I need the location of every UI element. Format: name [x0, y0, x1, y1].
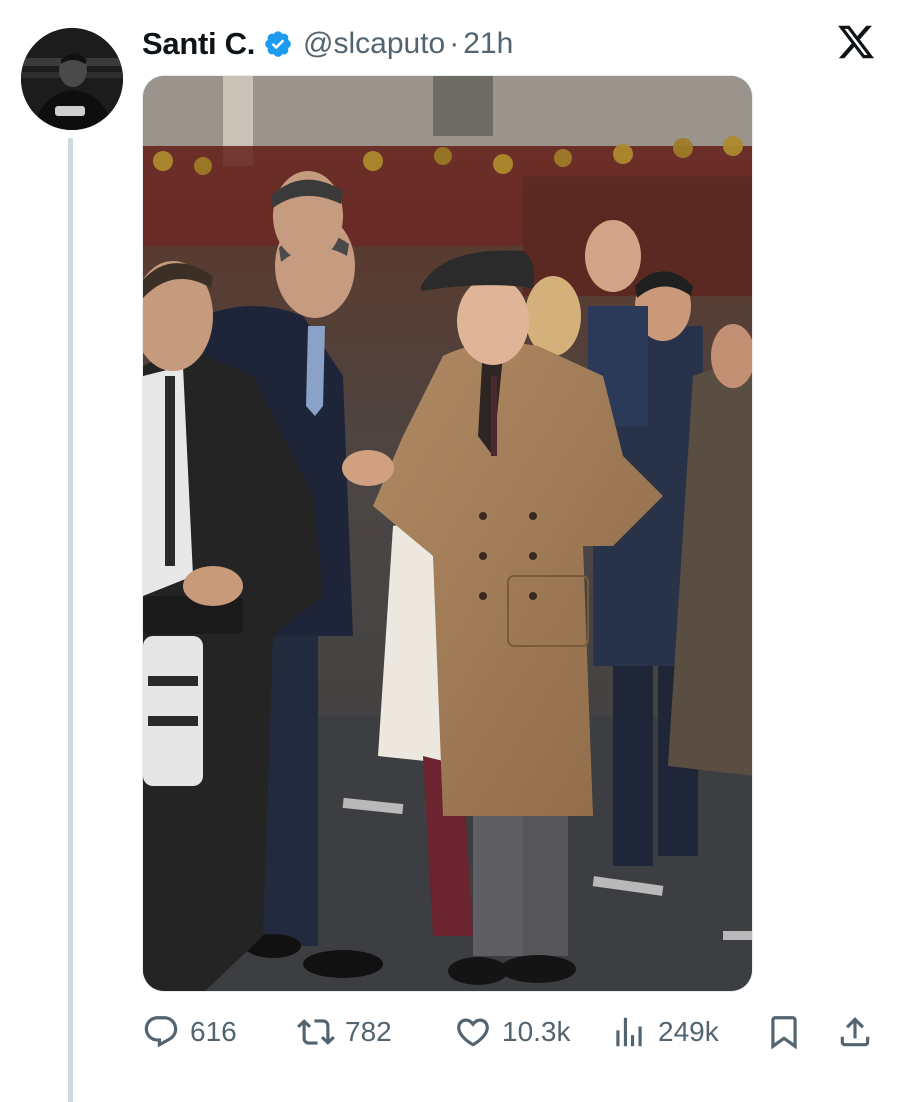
like-count: 10.3k [502, 1016, 571, 1047]
views-icon [610, 1013, 648, 1051]
repost-count: 782 [345, 1016, 392, 1047]
repost-icon [297, 1013, 335, 1051]
thread-line [68, 138, 73, 1102]
share-icon [836, 1013, 874, 1051]
reply-button[interactable]: 616 [142, 1010, 237, 1054]
separator-dot: · [449, 27, 460, 60]
tweet-header: Santi C. @slcaputo · 21h [142, 22, 513, 66]
like-icon [454, 1013, 492, 1051]
repost-button[interactable]: 782 [297, 1010, 392, 1054]
bookmark-icon [765, 1013, 803, 1051]
share-button[interactable] [836, 1010, 874, 1054]
tweet-action-bar: 616 782 10.3k 249k [142, 1010, 882, 1054]
display-name[interactable]: Santi C. [142, 26, 255, 62]
x-logo-icon [836, 22, 876, 62]
like-button[interactable]: 10.3k [454, 1010, 571, 1054]
tweet-photo[interactable] [142, 75, 753, 992]
avatar[interactable] [21, 28, 123, 130]
verified-badge-icon[interactable] [263, 29, 293, 59]
views-count: 249k [658, 1016, 719, 1047]
views-button[interactable]: 249k [610, 1010, 719, 1054]
reply-count: 616 [190, 1016, 237, 1047]
bookmark-button[interactable] [765, 1010, 803, 1054]
timestamp[interactable]: 21h [463, 27, 513, 61]
user-handle[interactable]: @slcaputo [303, 27, 445, 61]
reply-icon [142, 1013, 180, 1051]
